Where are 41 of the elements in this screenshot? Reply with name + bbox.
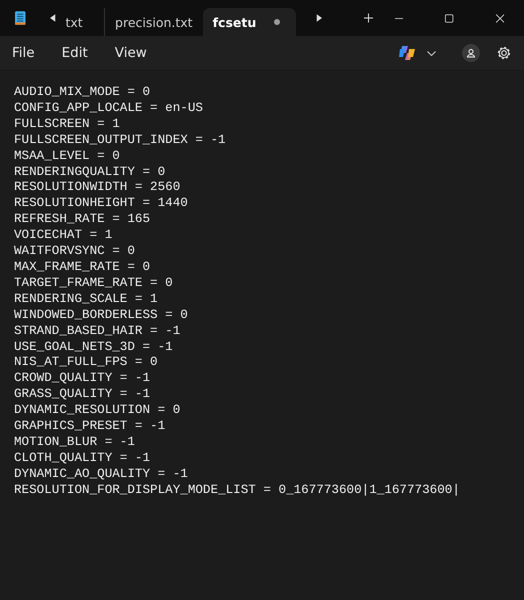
text-line: DYNAMIC_AO_QUALITY = -1: [14, 466, 188, 483]
scroll-right-icon[interactable]: [316, 13, 322, 23]
text-line: CLOTH_QUALITY = -1: [14, 450, 150, 467]
text-line: GRASS_QUALITY = -1: [14, 387, 150, 404]
settings-icon[interactable]: [496, 45, 512, 61]
scroll-left-icon[interactable]: [50, 13, 56, 23]
text-line: RESOLUTIONHEIGHT = 1440: [14, 196, 188, 212]
close-icon[interactable]: [496, 12, 504, 24]
new-tab-icon[interactable]: [364, 12, 374, 24]
text-line: RENDERING_SCALE = 1: [14, 292, 158, 308]
text-line: DYNAMIC_RESOLUTION = 0: [14, 403, 180, 420]
text-line: MOTION_BLUR = -1: [14, 434, 135, 451]
menu-item[interactable]: Edit: [62, 45, 88, 61]
text-line: VOICECHAT = 1: [14, 228, 112, 244]
text-line: FULLSCREEN_OUTPUT_INDEX = -1: [14, 132, 226, 149]
text-line: CROWD_QUALITY = -1: [14, 371, 150, 388]
text-line: STRAND_BASED_HAIR = -1: [14, 324, 180, 340]
text-line: FULLSCREEN = 1: [14, 116, 120, 133]
maximize-icon[interactable]: [445, 12, 454, 24]
text-line: RENDERINGQUALITY = 0: [14, 164, 166, 180]
text-line: CONFIG_APP_LOCALE = en-US: [14, 100, 203, 117]
text-line: MAX_FRAME_RATE = 0: [14, 260, 150, 276]
text-line: USE_GOAL_NETS_3D = -1: [14, 340, 173, 356]
text-line: AUDIO_MIX_MODE = 0: [14, 85, 150, 101]
menu-item[interactable]: File: [12, 45, 35, 61]
text-line: WAITFORVSYNC = 0: [14, 244, 135, 260]
tab[interactable]: fcsetu: [202, 8, 296, 36]
menu-item[interactable]: View: [114, 45, 147, 61]
text-line: RESOLUTION_FOR_DISPLAY_MODE_LIST = 0_167773600|1_167773600|: [14, 482, 460, 499]
copilot-icon[interactable]: [399, 46, 415, 60]
tab[interactable]: txt: [66, 8, 104, 36]
text-line: MSAA_LEVEL = 0: [14, 148, 120, 165]
text-line: NIS_AT_FULL_FPS = 0: [14, 355, 158, 372]
account-icon[interactable]: [462, 44, 480, 62]
text-line: GRAPHICS_PRESET = -1: [14, 419, 166, 435]
text-line: TARGET_FRAME_RATE = 0: [14, 276, 173, 292]
text-line: RESOLUTIONWIDTH = 2560: [14, 180, 180, 196]
text-line: REFRESH_RATE = 165: [14, 212, 150, 228]
notepad-icon: [15, 9, 26, 27]
chevron-down-icon[interactable]: [427, 50, 436, 56]
text-line: WINDOWED_BORDERLESS = 0: [14, 308, 188, 324]
